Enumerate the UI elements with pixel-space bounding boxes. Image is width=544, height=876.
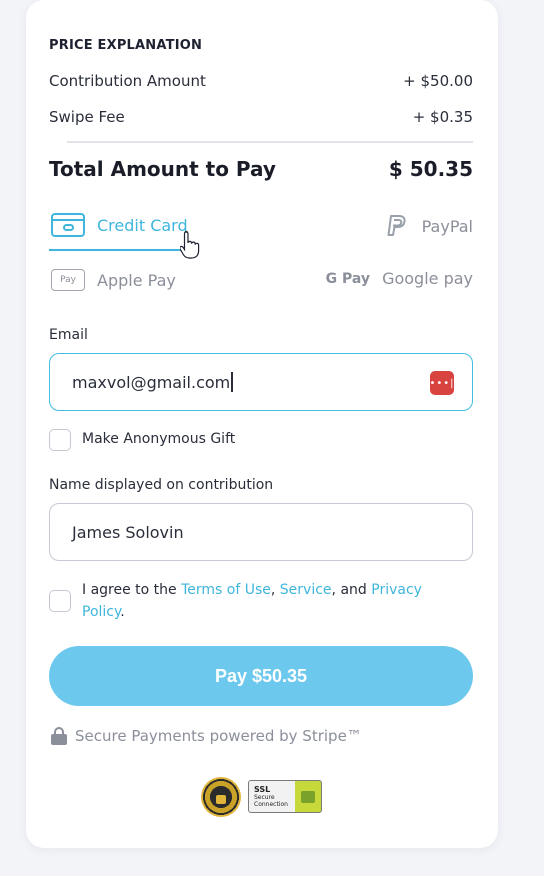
agree-prefix: I agree to the xyxy=(82,582,182,598)
ssl-badge-line1: SSL xyxy=(254,784,271,794)
secure-payments-text: Secure Payments powered by Stripe™ xyxy=(75,727,362,745)
swipe-fee-value: + $0.35 xyxy=(412,108,473,126)
agree-sep2: , and xyxy=(331,582,372,598)
tab-apple-pay[interactable]: Pay Apple Pay xyxy=(51,269,176,291)
ssl-badge-line2: Secure xyxy=(254,793,275,801)
contribution-amount-value: + $50.00 xyxy=(403,72,473,90)
email-value: maxvol@gmail.com xyxy=(72,372,231,392)
tab-credit-card-label: Credit Card xyxy=(97,215,188,235)
display-name-input[interactable]: James Solovin xyxy=(49,503,473,561)
tab-paypal[interactable]: PayPal xyxy=(384,213,473,239)
tab-google-pay[interactable]: G Pay Google pay xyxy=(326,269,473,288)
tab-credit-card[interactable]: Credit Card xyxy=(51,213,188,237)
credit-card-icon xyxy=(51,213,85,237)
active-tab-indicator xyxy=(49,249,185,251)
tab-paypal-label: PayPal xyxy=(421,216,473,236)
tab-google-pay-label: Google pay xyxy=(382,269,473,288)
security-seal-badge xyxy=(201,777,241,817)
display-name-value: James Solovin xyxy=(72,522,184,542)
apple-pay-icon: Pay xyxy=(51,269,85,291)
display-name-label: Name displayed on contribution xyxy=(49,477,274,493)
payment-card xyxy=(26,0,498,848)
paypal-icon xyxy=(387,215,406,236)
service-link[interactable]: Service xyxy=(280,582,332,598)
email-label: Email xyxy=(49,327,88,343)
text-caret xyxy=(231,372,233,392)
agree-suffix: . xyxy=(120,604,125,620)
terms-of-use-link[interactable]: Terms of Use xyxy=(181,582,271,598)
hand-cursor-icon xyxy=(180,230,200,259)
ssl-secure-badge: SSL Secure Connection xyxy=(248,780,322,813)
divider xyxy=(67,141,473,143)
contribution-amount-label: Contribution Amount xyxy=(49,72,206,90)
swipe-fee-label: Swipe Fee xyxy=(49,108,125,126)
total-value: $ 50.35 xyxy=(388,157,473,181)
total-label: Total Amount to Pay xyxy=(49,157,276,181)
pay-button[interactable]: Pay $50.35 xyxy=(49,646,473,706)
tab-apple-pay-label: Apple Pay xyxy=(97,270,176,290)
secure-payments-note: Secure Payments powered by Stripe™ xyxy=(51,727,362,745)
email-input[interactable]: maxvol@gmail.com •••| xyxy=(49,353,473,411)
google-pay-icon: G Pay xyxy=(325,270,371,287)
agree-sep1: , xyxy=(270,582,280,598)
password-manager-icon[interactable]: •••| xyxy=(429,371,454,395)
agree-terms-text: I agree to the Terms of Use, Service, an… xyxy=(82,579,452,623)
price-explanation-heading: PRICE EXPLANATION xyxy=(49,38,203,53)
agree-terms-checkbox[interactable] xyxy=(49,590,71,612)
anonymous-gift-label[interactable]: Make Anonymous Gift xyxy=(82,431,235,447)
anonymous-gift-checkbox[interactable] xyxy=(49,429,71,451)
lock-icon xyxy=(51,727,67,745)
ssl-badge-line3: Connection xyxy=(254,800,288,808)
ssl-padlock-icon xyxy=(301,790,315,803)
